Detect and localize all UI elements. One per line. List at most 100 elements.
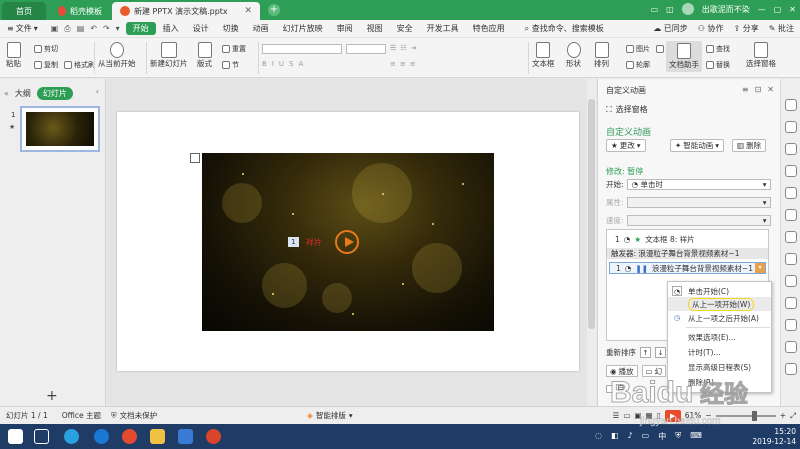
antivirus-icon[interactable]: ⛨ [675, 431, 681, 442]
skin-icon[interactable]: ◫ [666, 5, 674, 14]
volume-icon[interactable]: ♪ [628, 431, 633, 442]
select-pane-button[interactable]: 选择窗格 [746, 42, 776, 69]
windows-start-icon[interactable] [8, 429, 23, 444]
indent-icon[interactable]: ⇥ [411, 44, 417, 52]
theme-name[interactable]: Office 主题 [48, 410, 101, 421]
layout-icon[interactable] [785, 231, 797, 243]
outline-button[interactable]: 轮廓 [626, 60, 650, 70]
tab-transition[interactable]: 切换 [216, 23, 246, 34]
collapse-left-icon[interactable]: « [4, 89, 9, 98]
monitor-icon[interactable]: ▭ [651, 5, 659, 14]
print-preview-icon[interactable]: ▤ [77, 24, 85, 34]
list-item[interactable]: 1 ◔ ★ 文本框 8: 祥片 [615, 234, 695, 245]
tab-start[interactable]: 开始 [125, 22, 156, 35]
video-object[interactable]: 1 祥片 [202, 153, 494, 331]
format-painter-button[interactable]: 格式刷 [64, 60, 95, 70]
animation-pane-icon[interactable] [785, 99, 797, 111]
tab-security[interactable]: 安全 [390, 23, 420, 34]
menu-item-with-previous[interactable]: 从上一项开始(W) [668, 297, 771, 311]
pane-menu-icon[interactable]: ≡ [742, 85, 749, 94]
command-search[interactable]: ⌕ 查找命令、搜索模板 [518, 23, 611, 34]
file-explorer-icon[interactable] [150, 429, 165, 444]
vertical-scrollbar[interactable] [587, 79, 596, 406]
underline-icon[interactable]: U [279, 60, 284, 68]
wps-presentation-icon[interactable] [206, 429, 221, 444]
tab-developer[interactable]: 开发工具 [420, 23, 466, 34]
align-left-icon[interactable]: ≡ [390, 60, 396, 68]
add-slide-button[interactable]: + [46, 388, 58, 404]
task-view-icon[interactable] [34, 429, 49, 444]
slideshow-icon[interactable] [785, 275, 797, 287]
fit-window-icon[interactable]: ⤢ [790, 411, 796, 421]
save-icon[interactable]: ▣ [51, 24, 59, 34]
bullets-icon[interactable]: ☰ [390, 44, 396, 52]
layout-button[interactable]: 版式 [197, 42, 212, 69]
annotate-button[interactable]: ✎ 批注 [769, 23, 794, 34]
item-dropdown-button[interactable]: ▾ [755, 263, 765, 273]
zoom-out-icon[interactable]: − [705, 411, 711, 420]
select-pane-link[interactable]: ⛶ 选择窗格 [606, 104, 648, 115]
font-name-select[interactable] [262, 44, 342, 54]
font-color-icon[interactable]: A [298, 60, 303, 68]
network-icon[interactable]: ◧ [611, 431, 619, 442]
italic-icon[interactable]: I [272, 60, 274, 68]
help-icon[interactable] [785, 319, 797, 331]
undo-icon[interactable]: ↶ [90, 24, 97, 34]
tab-review[interactable]: 审阅 [330, 23, 360, 34]
bold-icon[interactable]: B [262, 60, 267, 68]
animation-marker-icon[interactable] [190, 153, 200, 163]
more-icon[interactable]: ▾ [116, 24, 120, 34]
backup-icon[interactable] [785, 187, 797, 199]
move-up-icon[interactable]: ↑ [640, 347, 651, 358]
redo-icon[interactable]: ↷ [103, 24, 110, 34]
close-tab-icon[interactable]: ✕ [244, 6, 252, 16]
copy-button[interactable]: 复制 [34, 60, 58, 70]
print-icon[interactable]: ⎙ [64, 24, 70, 34]
tab-home[interactable]: 首页 [2, 2, 46, 20]
normal-view-icon[interactable]: ▣ [634, 411, 641, 420]
keyboard-icon[interactable]: ⌨ [690, 431, 702, 442]
tab-outline[interactable]: 大纲 [15, 88, 31, 99]
share-button[interactable]: ⇪ 分享 [734, 23, 759, 34]
smart-layout-button[interactable]: ◈ 智能排版 ▾ [157, 410, 353, 421]
zoom-level[interactable]: 61% [685, 411, 702, 420]
doc-protect-status[interactable]: ⛨ 文档未保护 [101, 410, 157, 421]
textbox-button[interactable]: 文本框 [532, 42, 555, 69]
tab-slides[interactable]: 幻灯片 [36, 87, 73, 100]
collab-button[interactable]: ⚇ 协作 [698, 23, 724, 34]
play-button[interactable]: ◉ 播放 [606, 365, 638, 377]
menu-file[interactable]: ≡ 文件 ▾ [0, 23, 45, 34]
tab-view[interactable]: 视图 [360, 23, 390, 34]
sync-status[interactable]: ☁ 已同步 [653, 23, 688, 34]
share-icon[interactable] [785, 209, 797, 221]
tab-slideshow[interactable]: 幻灯片放映 [276, 23, 330, 34]
chrome-icon[interactable] [122, 429, 137, 444]
menu-item-on-click[interactable]: ◔ 单击开始(C) [668, 284, 771, 298]
more-icon[interactable] [785, 341, 797, 353]
play-slideshow-button[interactable]: ▶ [664, 409, 681, 422]
cut-button[interactable]: 剪切 [34, 44, 58, 54]
avatar[interactable] [681, 3, 694, 15]
strikethrough-icon[interactable]: S [289, 60, 293, 68]
menu-item-timing[interactable]: 计时(T)... [668, 345, 771, 359]
tab-special[interactable]: 特色应用 [466, 23, 512, 34]
font-size-select[interactable] [346, 44, 386, 54]
slideshow-button[interactable]: ▭ 幻 [641, 365, 667, 377]
zoom-in-icon[interactable]: + [780, 411, 786, 420]
style-icon[interactable] [785, 253, 797, 265]
ie-browser-icon[interactable] [94, 429, 109, 444]
slide-thumbnail[interactable] [20, 106, 100, 152]
notes-icon[interactable]: ☰ [613, 411, 620, 420]
property-select[interactable]: ▾ [626, 197, 771, 208]
minimize-icon[interactable]: — [758, 5, 766, 14]
delete-button[interactable]: ▥ 删除 [732, 139, 767, 152]
replace-button[interactable]: 替换 [706, 60, 730, 70]
notification-icon[interactable]: ◌ [595, 431, 602, 442]
menu-item-delete[interactable]: 删除(R) [668, 375, 771, 389]
menu-item-effect-options[interactable]: 效果选项(E)... [668, 330, 771, 344]
new-slide-button[interactable]: 新建幻灯片 [150, 42, 188, 69]
close-window-icon[interactable]: ✕ [789, 5, 796, 14]
sorter-view-icon[interactable]: ▦ [646, 411, 653, 420]
paste-button[interactable]: 粘贴 [6, 42, 21, 69]
battery-icon[interactable]: ▭ [642, 431, 650, 442]
